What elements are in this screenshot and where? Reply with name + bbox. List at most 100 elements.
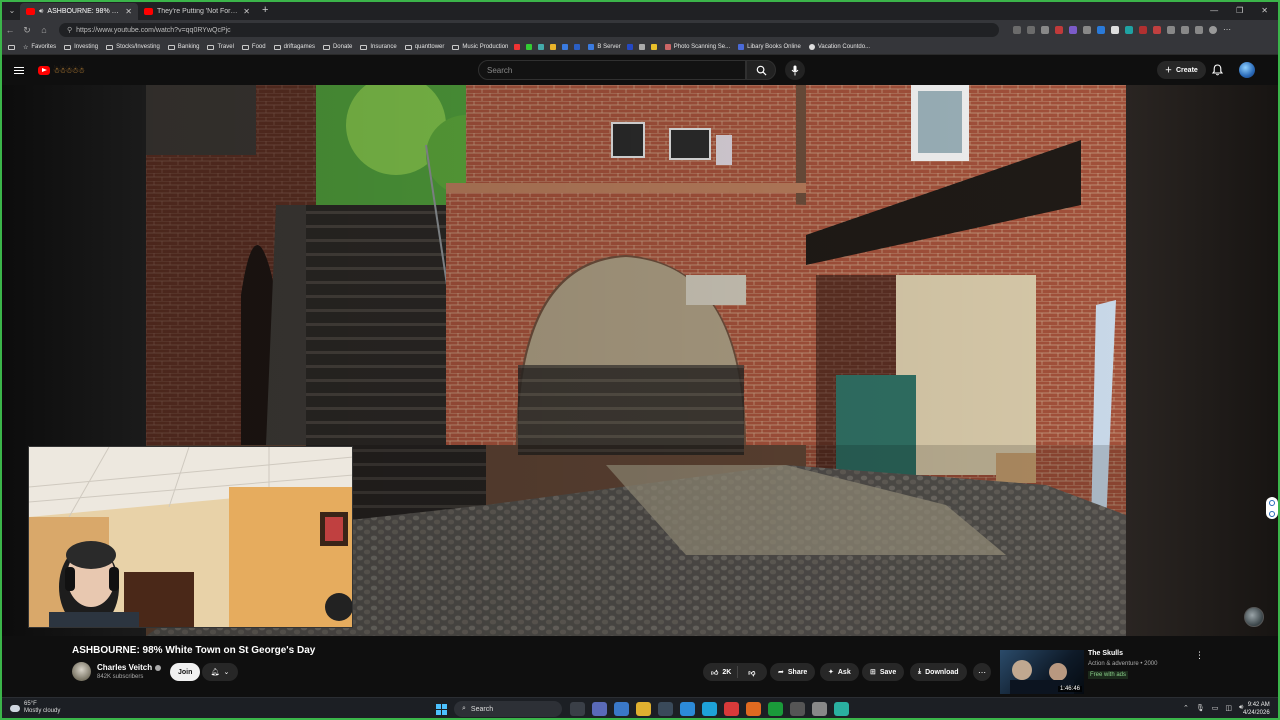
url-field[interactable]: ⚲ https://www.youtube.com/watch?v=qq0RYw… xyxy=(59,23,999,37)
bookmark-sidebar-icon[interactable] xyxy=(8,44,15,50)
weather-widget[interactable]: 65°F Mostly cloudy xyxy=(10,701,60,715)
download-button[interactable]: ⤓ Download xyxy=(910,663,967,681)
reader-icon[interactable] xyxy=(1013,26,1021,34)
notifications-button[interactable] xyxy=(1211,63,1224,81)
channel-avatar[interactable] xyxy=(72,662,91,681)
app-icon[interactable] xyxy=(790,702,805,716)
favorites-icon[interactable] xyxy=(1181,26,1189,34)
tab-inactive[interactable]: They're Putting 'Not For Human C ✕ xyxy=(138,3,256,20)
clock[interactable]: 9:42 AM 4/24/2026 xyxy=(1243,701,1270,717)
extension-icon[interactable] xyxy=(1083,26,1091,34)
ask-button[interactable]: ✦ Ask xyxy=(820,663,859,681)
bookmark-b-server[interactable]: B Server xyxy=(588,44,621,50)
bookmark-site-icon[interactable] xyxy=(550,44,557,50)
bookmark-folder[interactable]: Food xyxy=(241,44,266,50)
new-tab-icon[interactable]: + xyxy=(262,4,268,16)
profile-icon[interactable] xyxy=(1209,26,1217,34)
join-button[interactable]: Join xyxy=(170,663,201,681)
chevron-up-icon[interactable]: ⌃ xyxy=(1183,704,1189,712)
menu-icon[interactable] xyxy=(14,67,24,74)
youtube-logo[interactable]: ☃☃☃☃☃ xyxy=(38,66,85,75)
bookmark-folder[interactable]: Banking xyxy=(167,44,199,50)
bookmark-folder[interactable]: Music Production xyxy=(452,44,508,50)
settings-icon[interactable] xyxy=(592,702,607,716)
app-icon[interactable] xyxy=(834,702,849,716)
channel-watermark-icon[interactable] xyxy=(1244,607,1264,627)
speaker-icon[interactable]: 🔊︎ xyxy=(39,8,43,16)
like-button[interactable]: 👍︎ 2K xyxy=(703,666,739,678)
bookmark-folder[interactable]: Donate xyxy=(322,44,352,50)
bookmark-site-icon[interactable] xyxy=(574,44,581,50)
bookmark-vacation-countdown[interactable]: Vacation Countdo... xyxy=(808,44,870,50)
bookmark-folder[interactable]: driftagames xyxy=(273,44,315,50)
taskbar-search[interactable]: ⌕ Search xyxy=(454,701,562,717)
bookmark-site-icon[interactable] xyxy=(526,44,533,50)
subscription-bell-button[interactable]: 🔔︎ ⌄ xyxy=(202,663,238,681)
bookmark-site-icon[interactable] xyxy=(538,44,545,50)
xbox-icon[interactable] xyxy=(768,702,783,716)
microphone-icon[interactable]: 🎙︎ xyxy=(1196,704,1205,712)
extension-icon[interactable] xyxy=(1069,26,1077,34)
extension-icon[interactable] xyxy=(1097,26,1105,34)
back-icon[interactable]: ← xyxy=(3,25,17,35)
mail-icon[interactable] xyxy=(614,702,629,716)
task-view-icon[interactable] xyxy=(570,702,585,716)
edge-icon[interactable] xyxy=(702,702,717,716)
tab-actions-icon[interactable]: ⌄ xyxy=(4,2,20,18)
extension-icon[interactable] xyxy=(1153,26,1161,34)
bookmark-site-icon[interactable] xyxy=(514,44,521,50)
channel-name-link[interactable]: Charles Veitch xyxy=(97,663,162,672)
favorite-star-icon[interactable] xyxy=(1027,26,1035,34)
bookmark-site-icon[interactable] xyxy=(650,44,657,50)
bookmark-folder[interactable]: Investing xyxy=(64,44,98,50)
display-icon[interactable]: ▭ xyxy=(1212,704,1219,712)
start-button-icon[interactable] xyxy=(436,704,447,715)
extension-icon[interactable] xyxy=(1139,26,1147,34)
app-icon[interactable] xyxy=(812,702,827,716)
bookmark-site-icon[interactable] xyxy=(638,44,645,50)
voice-search-button[interactable] xyxy=(785,60,805,80)
create-button[interactable]: ＋ Create xyxy=(1157,61,1206,79)
site-info-icon[interactable]: ⚲ xyxy=(67,26,72,34)
app-icon[interactable] xyxy=(680,702,695,716)
bookmark-favorites[interactable]: ☆ Favorites xyxy=(23,44,56,51)
recommended-menu-icon[interactable]: ⋮ xyxy=(1195,650,1204,661)
bookmark-library-books[interactable]: Libary Books Online xyxy=(738,44,801,50)
bookmark-folder[interactable]: Stocks/Investing xyxy=(106,44,160,50)
extension-icon[interactable] xyxy=(1111,26,1119,34)
bookmark-site-icon[interactable] xyxy=(626,44,633,50)
extension-icon[interactable] xyxy=(1125,26,1133,34)
dislike-button[interactable]: 👎︎ xyxy=(742,668,763,677)
firefox-icon[interactable] xyxy=(746,702,761,716)
bookmark-folder[interactable]: Insurance xyxy=(360,44,397,50)
home-icon[interactable]: ⌂ xyxy=(37,25,51,35)
extensions-icon[interactable] xyxy=(1167,26,1175,34)
tab-active[interactable]: 🔊︎ ASHBOURNE: 98% White Town ✕ xyxy=(20,3,138,20)
collections-icon[interactable] xyxy=(1195,26,1203,34)
video-player[interactable] xyxy=(0,85,1280,636)
extension-icon[interactable] xyxy=(1055,26,1063,34)
bookmark-photo-scanning[interactable]: Photo Scanning Se... xyxy=(664,44,730,50)
recommended-title[interactable]: The Skulls xyxy=(1088,650,1123,657)
refresh-icon[interactable]: ↻ xyxy=(20,25,34,36)
bookmark-folder[interactable]: quanttower xyxy=(404,44,444,50)
account-avatar[interactable] xyxy=(1239,62,1255,78)
app-icon[interactable] xyxy=(724,702,739,716)
close-window-icon[interactable]: ✕ xyxy=(1261,6,1268,15)
split-screen-icon[interactable] xyxy=(1041,26,1049,34)
settings-more-icon[interactable]: ⋯ xyxy=(1223,26,1231,34)
bookmark-folder[interactable]: Travel xyxy=(207,44,234,50)
search-input[interactable]: Search xyxy=(478,60,746,80)
more-actions-button[interactable]: ⋯ xyxy=(973,663,991,681)
side-panel-toggle[interactable] xyxy=(1266,497,1278,519)
save-button[interactable]: ⊞ Save xyxy=(862,663,905,681)
share-button[interactable]: ➦ Share xyxy=(770,663,816,681)
minimize-icon[interactable]: — xyxy=(1210,6,1218,15)
close-tab-icon[interactable]: ✕ xyxy=(125,7,132,16)
maximize-icon[interactable]: ❐ xyxy=(1236,6,1243,15)
search-button[interactable] xyxy=(746,60,776,80)
store-icon[interactable] xyxy=(658,702,673,716)
network-icon[interactable]: ◫ xyxy=(1225,704,1232,712)
file-explorer-icon[interactable] xyxy=(636,702,651,716)
bookmark-site-icon[interactable] xyxy=(562,44,569,50)
